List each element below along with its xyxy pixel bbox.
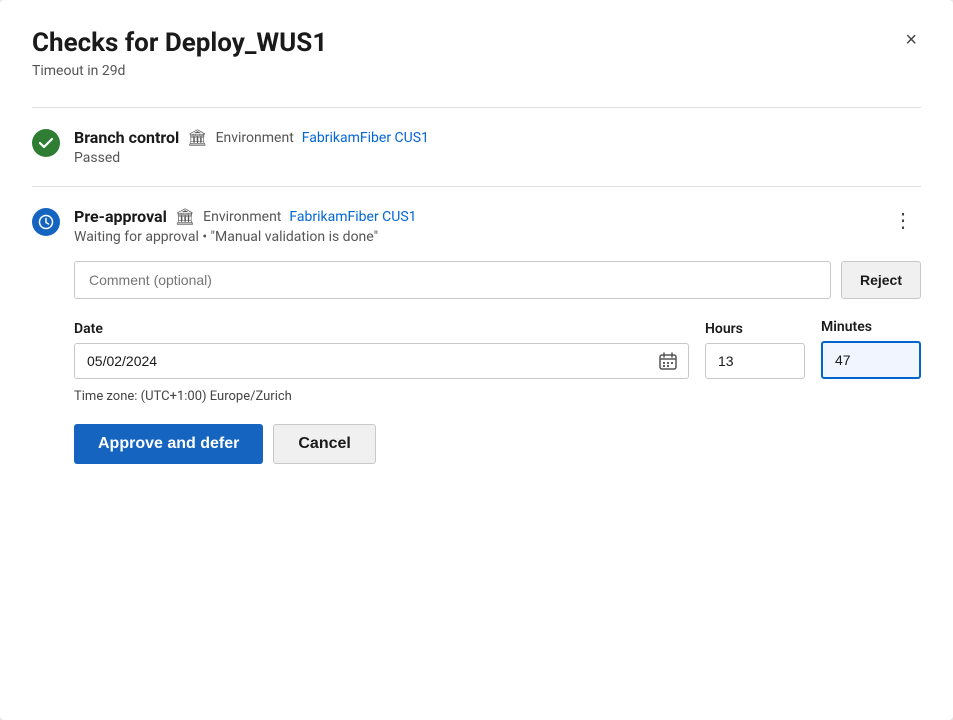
modal-title-group: Checks for Deploy_WUS1 Timeout in 29d (32, 28, 327, 79)
modal-header: Checks for Deploy_WUS1 Timeout in 29d × (32, 28, 921, 79)
date-input[interactable] (74, 343, 689, 379)
branch-control-header: Branch control 🏛 Environment FabrikamFib… (32, 128, 921, 166)
pre-approval-title-row: Pre-approval 🏛 Environment FabrikamFiber… (74, 207, 871, 226)
reject-button[interactable]: Reject (841, 261, 921, 299)
pre-approval-status-icon (32, 208, 60, 236)
branch-control-env-icon: 🏛 (187, 128, 207, 147)
approval-form: Reject Date (74, 261, 921, 464)
action-row: Approve and defer Cancel (74, 424, 921, 464)
minutes-label: Minutes (821, 319, 921, 335)
minutes-field-group: Minutes (821, 319, 921, 379)
pre-approval-status: Waiting for approval • "Manual validatio… (74, 229, 871, 245)
branch-control-info: Branch control 🏛 Environment FabrikamFib… (74, 128, 921, 166)
modal-subtitle: Timeout in 29d (32, 63, 327, 79)
pre-approval-info: Pre-approval 🏛 Environment FabrikamFiber… (74, 207, 871, 245)
modal-title: Checks for Deploy_WUS1 (32, 28, 327, 59)
timezone-text: Time zone: (UTC+1:00) Europe/Zurich (74, 389, 921, 404)
date-field-group: Date (74, 321, 689, 379)
pre-approval-name: Pre-approval (74, 207, 167, 226)
branch-control-section: Branch control 🏛 Environment FabrikamFib… (32, 107, 921, 186)
hours-field-group: Hours (705, 321, 805, 379)
pre-approval-section: Pre-approval 🏛 Environment FabrikamFiber… (32, 186, 921, 484)
calendar-icon-button[interactable] (657, 350, 679, 372)
branch-control-env-label: Environment (216, 130, 294, 146)
pre-approval-header: Pre-approval 🏛 Environment FabrikamFiber… (32, 207, 921, 245)
hours-label: Hours (705, 321, 805, 337)
comment-input[interactable] (74, 261, 831, 299)
date-input-wrapper (74, 343, 689, 379)
pre-approval-env-icon: 🏛 (175, 207, 195, 226)
date-label: Date (74, 321, 689, 337)
pre-approval-env-link[interactable]: FabrikamFiber CUS1 (289, 209, 416, 225)
comment-row: Reject (74, 261, 921, 299)
hours-input[interactable] (705, 343, 805, 379)
branch-control-name: Branch control (74, 128, 179, 147)
pre-approval-env-label: Environment (203, 209, 281, 225)
close-button[interactable]: × (901, 26, 921, 54)
branch-control-title-row: Branch control 🏛 Environment FabrikamFib… (74, 128, 921, 147)
minutes-input[interactable] (821, 341, 921, 379)
branch-control-status-icon (32, 129, 60, 157)
approve-defer-button[interactable]: Approve and defer (74, 424, 263, 464)
date-time-row: Date (74, 319, 921, 379)
branch-control-status: Passed (74, 150, 921, 166)
branch-control-env-link[interactable]: FabrikamFiber CUS1 (302, 130, 429, 146)
checks-modal: Checks for Deploy_WUS1 Timeout in 29d × … (0, 0, 953, 720)
cancel-button[interactable]: Cancel (273, 424, 375, 464)
pre-approval-more-button[interactable]: ⋮ (885, 207, 921, 235)
